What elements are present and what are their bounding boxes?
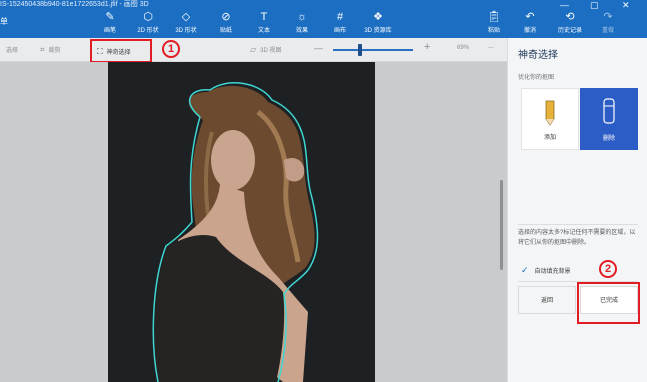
photo-image[interactable] <box>108 62 375 382</box>
back-button[interactable]: 返回 <box>518 286 576 314</box>
tool-label: 3D 形状 <box>175 28 197 34</box>
tool-label: 贴纸 <box>219 28 232 34</box>
cube-icon: ◇ <box>181 11 191 23</box>
zoom-slider-track[interactable] <box>333 49 413 51</box>
select-tool[interactable]: 选择 <box>6 45 18 54</box>
panel-title: 神奇选择 <box>518 50 558 61</box>
eraser-icon <box>603 98 615 124</box>
history-icon: ⟲ <box>565 11 575 23</box>
tool-canvas[interactable]: # 画布 <box>320 10 360 34</box>
zoom-in-button[interactable]: + <box>424 41 430 53</box>
tool-label: 粘贴 <box>487 28 500 34</box>
minimize-button[interactable]: — <box>560 0 569 10</box>
autofill-label: 自动填充背景 <box>534 269 571 275</box>
tool-label: 重做 <box>601 28 614 34</box>
redo-button[interactable]: ↷ 重做 <box>588 10 628 34</box>
subject-selection-svg <box>152 82 319 382</box>
magic-select-icon: ⛶ <box>97 47 103 56</box>
tool-stickers[interactable]: ⊘ 贴纸 <box>206 10 246 34</box>
tool-2d-shapes[interactable]: ⬡ 2D 形状 <box>128 10 168 34</box>
canvas-icon: # <box>336 11 344 23</box>
tool-label: 效果 <box>295 28 308 34</box>
tool-label: 画布 <box>333 28 346 34</box>
zoom-slider-thumb[interactable] <box>358 44 362 56</box>
close-button[interactable]: ✕ <box>622 0 630 11</box>
undo-button[interactable]: ↶ 撤消 <box>510 10 550 34</box>
sticker-icon: ⊘ <box>221 11 231 23</box>
annotation-number-1: 1 <box>162 40 180 58</box>
brush-icon: ✎ <box>105 11 115 23</box>
annotation-number-2: 2 <box>599 260 617 278</box>
crop-tool[interactable]: ⌗ 裁剪 <box>40 45 61 55</box>
tool-label: 文本 <box>257 28 270 34</box>
magic-select-label: 神奇选择 <box>106 50 131 56</box>
magic-select-panel: 神奇选择 优化你的抠图 添加 删除 选择的内容太多?标记任何不需要的区域，以将它… <box>507 38 647 382</box>
view-3d-label: 3D 视图 <box>260 48 282 54</box>
tool-3d-library[interactable]: ❖ 3D 资源库 <box>358 10 398 34</box>
tool-label: 2D 形状 <box>137 28 159 34</box>
tool-label: 历史记录 <box>557 28 582 34</box>
panel-subtitle: 优化你的抠图 <box>518 75 555 81</box>
view-3d-icon: ▱ <box>250 45 257 54</box>
paste-button[interactable]: 📋︎ 粘贴 <box>474 10 514 34</box>
window-title: IS-152450438b940-81e1722653d1.jfif - 画图 … <box>0 1 149 8</box>
top-ribbon: IS-152450438b940-81e1722653d1.jfif - 画图 … <box>0 0 647 38</box>
more-options-button[interactable]: ··· <box>488 45 494 51</box>
zoom-value: 69% <box>457 45 470 51</box>
view-3d-toggle[interactable]: ▱ 3D 视图 <box>250 45 282 54</box>
tool-label: 3D 资源库 <box>364 28 392 34</box>
select-label: 选择 <box>6 48 19 54</box>
paste-icon: 📋︎ <box>487 11 501 23</box>
history-button[interactable]: ⟲ 历史记录 <box>550 10 590 34</box>
crop-label: 裁剪 <box>48 48 61 54</box>
add-label: 添加 <box>543 135 556 141</box>
remove-mode-button[interactable]: 删除 <box>580 88 638 150</box>
done-highlight-box <box>577 282 640 324</box>
remove-label: 删除 <box>602 136 615 142</box>
magic-select-button[interactable]: ⛶ 神奇选择 <box>90 39 152 63</box>
panel-divider <box>518 224 638 225</box>
canvas-area[interactable] <box>0 62 507 382</box>
maximize-button[interactable]: ▢ <box>590 0 599 11</box>
shapes-2d-icon: ⬡ <box>143 11 153 23</box>
crop-icon: ⌗ <box>40 45 45 54</box>
zoom-out-button[interactable]: — <box>314 43 323 53</box>
checkmark-icon: ✓ <box>521 265 529 275</box>
redo-icon: ↷ <box>603 11 613 23</box>
tool-label: 画笔 <box>103 28 116 34</box>
tool-effects[interactable]: ☼ 效果 <box>282 10 322 34</box>
library-icon: ❖ <box>373 11 383 23</box>
sun-effects-icon: ☼ <box>296 11 308 23</box>
add-mode-button[interactable]: 添加 <box>521 88 579 150</box>
undo-icon: ↶ <box>525 11 535 23</box>
text-icon: T <box>260 11 268 23</box>
tool-text[interactable]: T 文本 <box>244 10 284 34</box>
menu-label[interactable]: 单 <box>0 16 8 27</box>
pencil-icon <box>545 100 555 126</box>
tool-brushes[interactable]: ✎ 画笔 <box>90 10 130 34</box>
autofill-background-checkbox[interactable]: ✓ 自动填充背景 <box>521 265 571 276</box>
panel-description: 选择的内容太多?标记任何不需要的区域，以将它们从你的抠图中删除。 <box>518 230 636 246</box>
tool-3d-shapes[interactable]: ◇ 3D 形状 <box>166 10 206 34</box>
tool-label: 撤消 <box>523 28 536 34</box>
magic-select-item: ⛶ 神奇选择 <box>97 47 131 57</box>
sub-toolbar: 选择 ⌗ 裁剪 ⛶ 神奇选择 1 ▱ 3D 视图 — + 69% ··· <box>0 38 507 63</box>
vertical-scrollbar[interactable] <box>500 180 503 270</box>
